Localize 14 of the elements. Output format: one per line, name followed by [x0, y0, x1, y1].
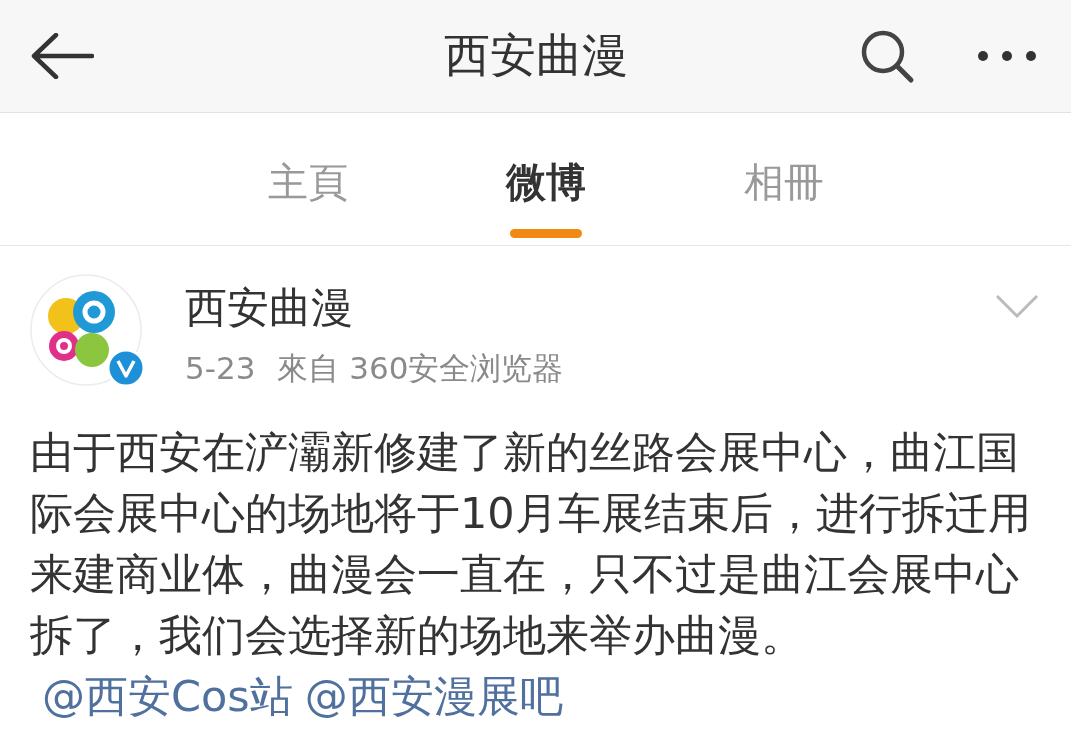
avatar[interactable]	[30, 274, 142, 386]
tab[interactable]: 微博	[505, 157, 586, 207]
post-date: 5-23	[185, 350, 256, 386]
mention-link[interactable]: @西安Cos站	[42, 671, 293, 721]
author-name[interactable]: 西安曲漫	[185, 280, 995, 336]
tab[interactable]: 主頁	[267, 157, 348, 207]
search-icon[interactable]	[859, 28, 915, 84]
tab[interactable]: 相冊	[743, 157, 824, 207]
back-icon[interactable]	[30, 33, 94, 79]
page-title: 西安曲漫	[442, 27, 629, 84]
more-icon[interactable]	[977, 50, 1037, 62]
post-text: 由于西安在浐灞新修建了新的丝路会展中心，曲江国际会展中心的场地将于10月车展结束后，进行拆迁用来建商业体，曲漫会一直在，只不过是曲江会展中心拆了，我们会选择新的场地来举办曲漫。	[30, 427, 1031, 660]
post-source: 來自 360安全浏览器	[277, 350, 564, 386]
mention-link[interactable]: @西安漫展吧	[304, 671, 563, 721]
